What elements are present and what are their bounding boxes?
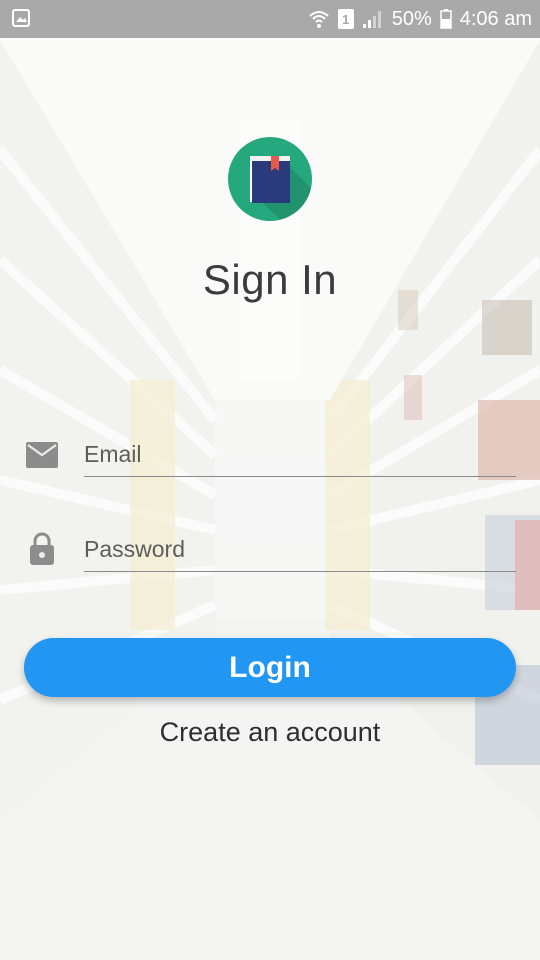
book-icon [250,156,312,221]
battery-icon [439,9,452,29]
status-bar: 1 50% 4:06 am [0,0,540,38]
sim-card-icon: 1 [337,9,354,29]
lock-icon [30,532,54,570]
password-input[interactable] [84,527,516,571]
page-title: Sign In [202,256,338,303]
password-field-container [84,527,516,572]
app-logo [228,137,312,221]
signal-strength-icon [362,9,384,29]
login-button[interactable]: Login [24,638,516,697]
sign-in-screen: 1 50% 4:06 am Sign In Email Login Create… [0,0,540,960]
email-input[interactable] [84,432,516,476]
mail-icon [26,442,58,473]
clock: 4:06 am [459,7,532,30]
create-account-link[interactable]: Create an account [0,717,540,748]
battery-percentage: 50% [391,7,432,30]
wifi-icon [308,8,330,30]
image-notification-icon [12,9,30,27]
email-field-container [84,432,516,477]
